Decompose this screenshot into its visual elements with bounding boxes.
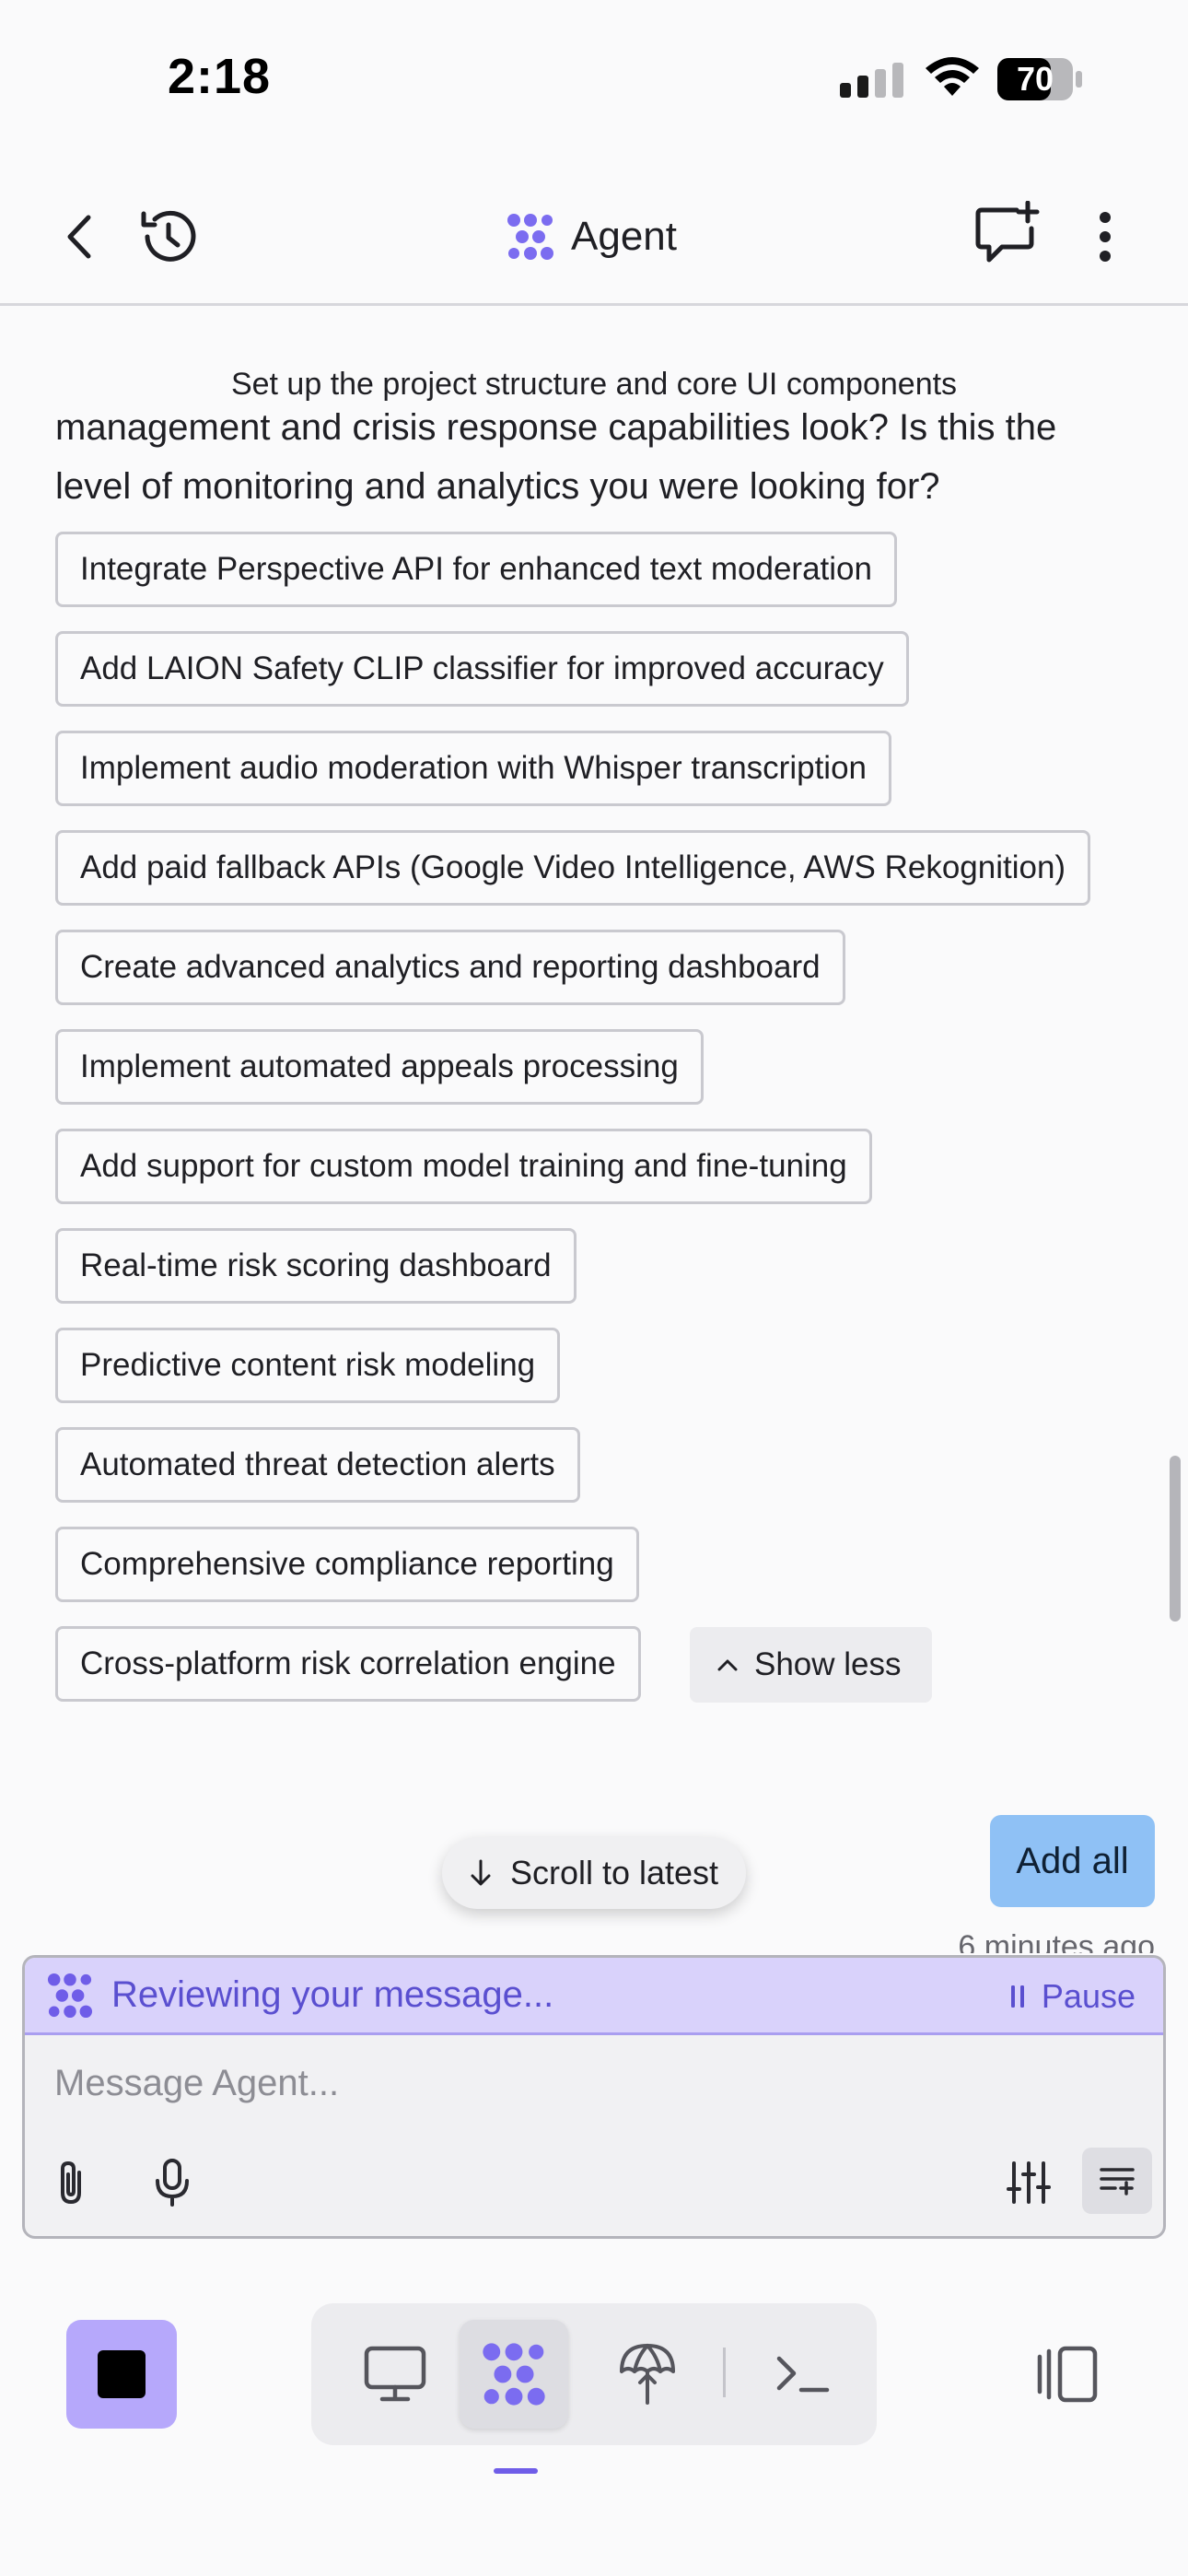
desktop-icon: [364, 2346, 426, 2402]
attach-button[interactable]: [43, 2155, 99, 2210]
tab-deploy[interactable]: [593, 2320, 702, 2429]
chevron-up-icon: [717, 1659, 738, 1671]
stop-button[interactable]: [66, 2320, 177, 2429]
suggestion-chip[interactable]: Add paid fallback APIs (Google Video Int…: [55, 830, 1091, 906]
sticky-task-title: Set up the project structure and core UI…: [230, 367, 958, 402]
suggestion-chip[interactable]: Cross-platform risk correlation engine: [55, 1626, 641, 1702]
pause-button[interactable]: Pause: [1010, 1958, 1136, 2035]
suggestion-chip[interactable]: Implement automated appeals processing: [55, 1029, 704, 1105]
show-less-button[interactable]: Show less: [690, 1627, 932, 1703]
suggestion-chip[interactable]: Real-time risk scoring dashboard: [55, 1228, 577, 1304]
workspace-tabbar: [311, 2303, 877, 2445]
split-view-icon: [1037, 2346, 1098, 2403]
chat-scrollbar[interactable]: [1170, 1456, 1181, 1622]
add-format-button[interactable]: [1082, 2148, 1152, 2214]
tab-divider: [723, 2348, 726, 2397]
message-composer: Reviewing your message... Pause: [22, 1955, 1166, 2239]
suggestion-chip[interactable]: Add support for custom model training an…: [55, 1129, 872, 1204]
suggestion-chip[interactable]: Comprehensive compliance reporting: [55, 1527, 639, 1602]
assistant-paragraph: management and crisis response capabilit…: [55, 407, 1057, 507]
agent-icon: [483, 2343, 545, 2406]
suggestion-chip[interactable]: Implement audio moderation with Whisper …: [55, 731, 891, 806]
arrow-down-icon: [471, 1859, 491, 1886]
tab-terminal[interactable]: [749, 2320, 857, 2429]
message-input[interactable]: [54, 2057, 1113, 2109]
suggestion-chip[interactable]: Predictive content risk modeling: [55, 1328, 561, 1403]
pause-icon: [1010, 1985, 1024, 2008]
message-timestamp: 6 minutes ago: [958, 1929, 1155, 1953]
review-status-text: Reviewing your message...: [111, 1974, 554, 2015]
active-tab-indicator: [494, 2468, 538, 2474]
deploy-icon: [620, 2344, 675, 2405]
attach-icon: [61, 2160, 81, 2205]
terminal-icon: [776, 2356, 830, 2393]
suggestion-chip[interactable]: Add LAION Safety CLIP classifier for imp…: [55, 631, 909, 707]
stop-icon: [98, 2350, 146, 2398]
suggestion-chip[interactable]: Create advanced analytics and reporting …: [55, 930, 845, 1005]
suggestion-chip[interactable]: Automated threat detection alerts: [55, 1427, 580, 1503]
agent-logo-icon: [47, 1973, 93, 2018]
pause-label: Pause: [1041, 1977, 1136, 2015]
settings-sliders-icon: [1007, 2161, 1051, 2204]
mic-icon: [156, 2159, 189, 2207]
show-less-label: Show less: [754, 1646, 902, 1682]
scroll-to-latest-button[interactable]: Scroll to latest: [442, 1837, 746, 1909]
add-all-button[interactable]: Add all: [990, 1815, 1155, 1907]
assistant-message: management and crisis response capabilit…: [0, 0, 1188, 516]
tab-agent[interactable]: [460, 2320, 568, 2429]
split-view-button[interactable]: [1030, 2340, 1103, 2408]
tab-desktop[interactable]: [341, 2320, 449, 2429]
settings-button[interactable]: [999, 2155, 1058, 2210]
scroll-to-latest-label: Scroll to latest: [509, 1854, 719, 1891]
voice-input-button[interactable]: [145, 2155, 200, 2210]
review-status-bar: Reviewing your message... Pause: [25, 1958, 1163, 2035]
suggestion-chip[interactable]: Integrate Perspective API for enhanced t…: [55, 532, 897, 607]
add-format-icon: [1100, 2168, 1135, 2195]
